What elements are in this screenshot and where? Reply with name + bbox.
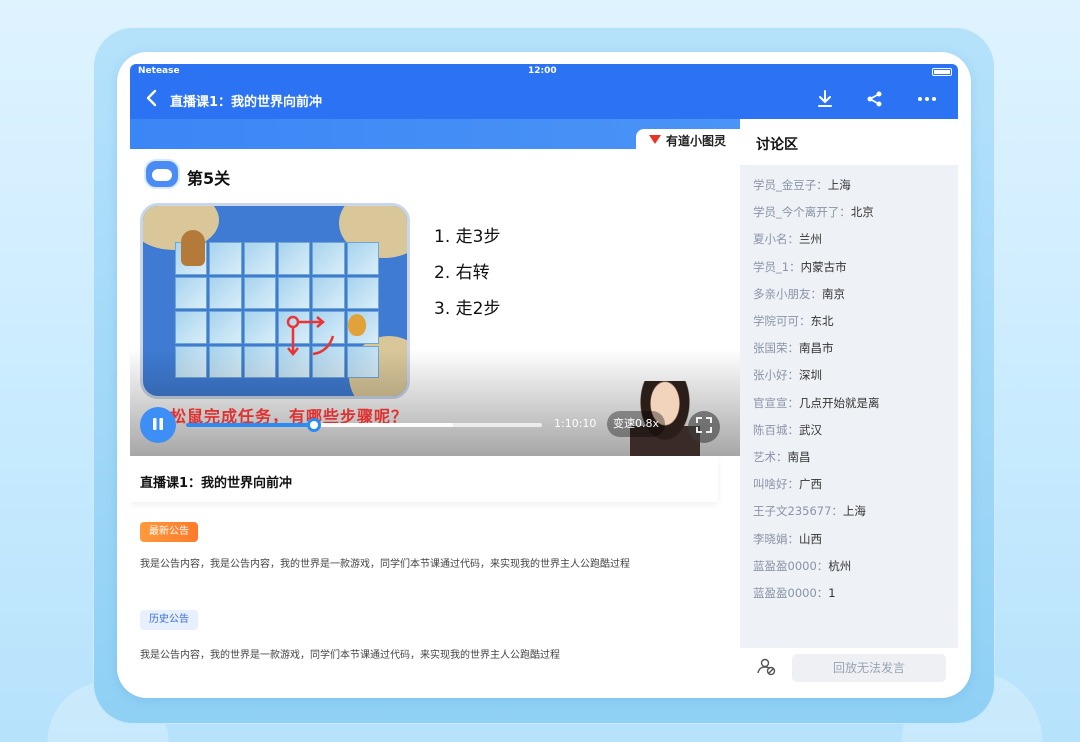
fullscreen-icon	[696, 417, 712, 437]
step-item: 1. 走3步	[434, 227, 501, 247]
message-text: 内蒙古市	[800, 259, 847, 274]
discussion-message: 张国荣：南昌市	[753, 340, 834, 356]
instruction-steps: 1. 走3步 2. 右转 3. 走2步	[434, 219, 500, 327]
discussion-message: 学员_金豆子：上海	[753, 177, 851, 193]
discussion-message: 多亲小朋友：南京	[753, 286, 845, 302]
message-user: 艺术：	[753, 450, 788, 464]
message-user: 蓝盈盈0000：	[753, 586, 829, 600]
discussion-message: 叫啥好：广西	[753, 476, 822, 492]
progress-bar[interactable]	[186, 418, 542, 432]
discussion-message: 蓝盈盈0000：杭州	[753, 558, 851, 574]
discussion-message: 学院可可：东北	[753, 313, 834, 329]
message-user: 官宣宣：	[753, 395, 799, 410]
discussion-message: 王子文235677：上海	[753, 503, 866, 519]
message-user: 张国荣：	[753, 341, 799, 356]
fullscreen-button[interactable]	[688, 411, 720, 443]
latest-notice-text: 我是公告内容，我是公告内容，我的世界是一款游戏，同学们本节课通过代码，来实现我的…	[140, 559, 630, 570]
message-user: 陈百城：	[753, 422, 799, 437]
discussion-message: 艺术：南昌	[753, 449, 811, 465]
discussion-message: 夏小名：兰州	[753, 231, 822, 247]
discussion-message: 陈百城：武汉	[753, 422, 822, 438]
pause-icon	[151, 416, 165, 435]
share-icon[interactable]	[864, 88, 886, 110]
pause-button[interactable]	[140, 407, 176, 443]
step-item: 2. 右转	[434, 263, 490, 283]
app-screen: Netease 12:00 直播课1：我的世界向前冲 有道小图灵 第5关 1. …	[130, 64, 958, 684]
message-text: 兰州	[799, 232, 822, 247]
speed-button[interactable]: 变速0.8x	[607, 411, 665, 437]
discussion-message: 张小好：深圳	[753, 367, 822, 383]
message-text: 南昌市	[799, 341, 834, 356]
discussion-message: 学员_1：内蒙古市	[753, 259, 847, 275]
message-text: 上海	[842, 504, 866, 519]
squirrel-icon	[181, 230, 205, 266]
top-bar: Netease 12:00 直播课1：我的世界向前冲	[130, 64, 958, 119]
message-text: 广西	[799, 477, 822, 492]
history-notice-badge[interactable]: 历史公告	[140, 610, 198, 630]
discussion-title: 讨论区	[756, 137, 798, 153]
message-text: 南昌	[787, 450, 811, 464]
message-text: 东北	[810, 314, 834, 328]
message-user: 夏小名：	[753, 232, 799, 247]
discussion-message: 蓝盈盈0000：1	[753, 585, 836, 601]
message-user: 蓝盈盈0000：	[753, 558, 829, 573]
latest-notice-badge: 最新公告	[140, 522, 198, 542]
message-text: 北京	[850, 205, 874, 220]
discussion-header: 讨论区	[740, 119, 958, 165]
acorn-icon	[348, 314, 366, 336]
brand-name: 有道小图灵	[666, 133, 727, 148]
status-time: 12:00	[528, 66, 557, 76]
message-text: 武汉	[799, 422, 822, 437]
discussion-message: 李晓娟：山西	[753, 531, 822, 547]
message-user: 多亲小朋友：	[753, 286, 822, 301]
message-text: 上海	[827, 178, 851, 192]
robot-mascot-icon	[144, 159, 180, 189]
message-user: 学员_今个离开了：	[753, 205, 851, 220]
message-text: 杭州	[828, 558, 852, 573]
message-user: 学员_金豆子：	[753, 178, 828, 192]
reply-disabled-field: 回放无法发言	[792, 654, 946, 682]
lesson-slide: 第5关 1. 走3步 2. 右转 3. 走2步 松鼠完成任务，有哪些步骤呢？ 1…	[130, 149, 740, 456]
message-user: 叫啥好：	[753, 477, 799, 492]
course-title: 直播课1：我的世界向前冲	[140, 476, 293, 491]
back-icon[interactable]	[144, 88, 160, 108]
message-user: 学员_1：	[753, 259, 801, 274]
message-text: 山西	[799, 531, 822, 546]
nav-title: 直播课1：我的世界向前冲	[170, 95, 323, 110]
message-user: 张小好：	[753, 368, 799, 383]
message-user: 王子文235677：	[753, 504, 843, 519]
status-carrier: Netease	[138, 66, 180, 76]
brand-logo-icon	[648, 132, 662, 149]
message-text: 1	[828, 586, 836, 600]
discussion-message: 学员_今个离开了：北京	[753, 204, 874, 220]
step-item: 3. 走2步	[434, 299, 501, 319]
brand-tag: 有道小图灵	[636, 129, 740, 151]
duration-label: 1:10:10	[554, 417, 597, 430]
message-user: 学院可可：	[753, 314, 811, 328]
mute-user-icon	[756, 656, 776, 676]
download-icon[interactable]	[814, 88, 836, 110]
discussion-footer: 回放无法发言	[740, 648, 958, 684]
discussion-message: 官宣宣：几点开始就是离	[753, 395, 880, 411]
discussion-list[interactable]: 学员_金豆子：上海 学员_今个离开了：北京 夏小名：兰州 学员_1：内蒙古市 多亲小朋友…	[740, 165, 958, 648]
course-title-card: 直播课1：我的世界向前冲	[130, 456, 718, 502]
more-icon[interactable]	[916, 88, 938, 110]
history-notice-text: 我是公告内容，我的世界是一款游戏，同学们本节课通过代码，来实现我的世界主人公跑酷…	[140, 650, 560, 661]
video-player[interactable]: 有道小图灵 第5关 1. 走3步 2. 右转 3. 走2步 松鼠完成任务，有哪些…	[130, 119, 740, 456]
message-text: 南京	[822, 286, 845, 301]
message-user: 李晓娟：	[753, 531, 799, 546]
message-text: 深圳	[799, 368, 822, 383]
message-text: 几点开始就是离	[799, 395, 880, 410]
battery-icon	[932, 68, 952, 76]
level-title: 第5关	[187, 169, 231, 188]
progress-played	[186, 423, 315, 427]
